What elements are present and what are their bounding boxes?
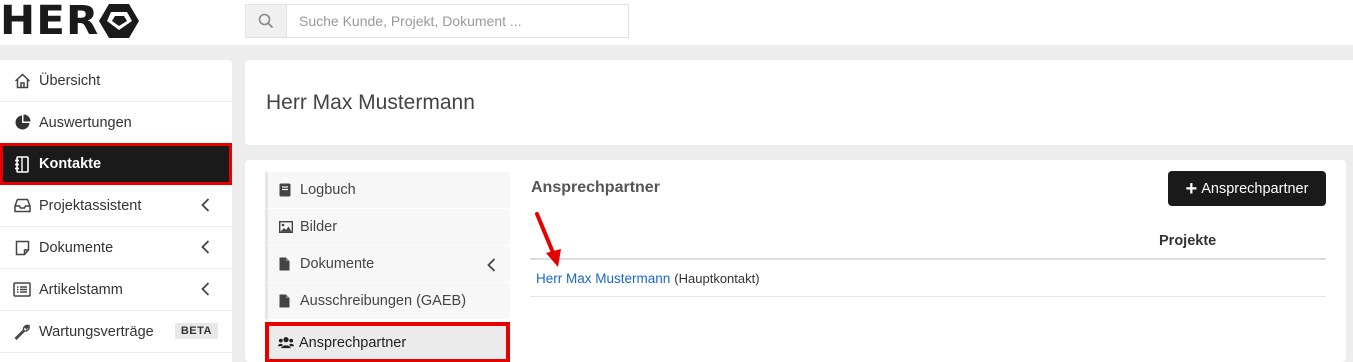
add-button-label: Ansprechpartner (1201, 180, 1309, 197)
book-icon (279, 183, 295, 197)
contact-role-tag: (Hauptkontakt) (674, 270, 760, 286)
home-icon (12, 71, 32, 91)
sidebar-item-dokumente[interactable]: Dokumente (0, 227, 232, 269)
wrench-icon (12, 322, 32, 342)
sidebar-item-label: Projektassistent (39, 197, 142, 214)
contact-detail-card: Logbuch Bilder Dokumente Ausschreibungen… (245, 160, 1346, 362)
sidebar-item-label: Übersicht (39, 72, 101, 89)
subnav-item-logbuch[interactable]: Logbuch (265, 172, 510, 209)
sidebar-item-uebersicht[interactable]: Übersicht (0, 60, 232, 102)
section-title: Ansprechpartner (531, 179, 660, 196)
annotation-arrow-icon (535, 212, 561, 267)
users-icon (278, 336, 294, 349)
document-icon (12, 238, 32, 258)
app-logo[interactable]: HER (0, 0, 139, 44)
search-button[interactable] (246, 5, 287, 37)
contacts-table: Projekte Herr Max Mustermann (Hauptkonta… (530, 222, 1326, 297)
chevron-left-icon (201, 240, 210, 254)
header-card: Herr Max Mustermann (245, 60, 1353, 145)
top-bar: HER (0, 0, 1353, 45)
add-ansprechpartner-button[interactable]: + Ansprechpartner (1168, 171, 1326, 206)
search-icon (258, 13, 274, 29)
column-header-projekte: Projekte (1159, 233, 1217, 249)
subnav-item-dokumente[interactable]: Dokumente (265, 246, 510, 283)
subnav-item-label: Logbuch (300, 182, 356, 198)
sidebar-item-wartungsvertraege[interactable]: Wartungsverträge BETA (0, 311, 232, 353)
sidebar-item-label: Wartungsverträge (39, 323, 154, 340)
chevron-left-icon (201, 282, 210, 296)
list-icon (12, 280, 32, 300)
subnav-item-label: Dokumente (300, 256, 375, 272)
chevron-left-icon (487, 258, 496, 272)
subnav-item-label: Ausschreibungen (GAEB) (300, 293, 467, 309)
sidebar-item-projektassistent[interactable]: Projektassistent (0, 185, 232, 227)
file-icon (279, 257, 295, 271)
subnav-item-ausschreibungen[interactable]: Ausschreibungen (GAEB) (265, 283, 510, 320)
plus-icon: + (1185, 177, 1198, 200)
search-input[interactable] (287, 5, 628, 37)
address-book-icon (12, 154, 32, 174)
pie-chart-icon (12, 113, 32, 133)
subnav-item-ansprechpartner[interactable]: Ansprechpartner (265, 322, 510, 362)
sidebar-item-label: Auswertungen (39, 114, 132, 131)
sidebar: Übersicht Auswertungen Kontakte Projekta… (0, 60, 232, 362)
subnav-item-bilder[interactable]: Bilder (265, 209, 510, 246)
file-icon (279, 294, 295, 308)
sidebar-item-label: Artikelstamm (39, 281, 123, 298)
inbox-icon (12, 196, 32, 216)
table-header: Projekte (530, 222, 1326, 260)
image-icon (279, 221, 295, 233)
subnav-item-label: Ansprechpartner (299, 334, 407, 351)
logo-mark-icon (98, 4, 139, 38)
beta-badge: BETA (174, 323, 218, 339)
subnav-item-label: Bilder (300, 219, 338, 235)
page-title: Herr Max Mustermann (266, 91, 475, 114)
sidebar-item-kontakte[interactable]: Kontakte (0, 143, 232, 185)
table-row: Herr Max Mustermann (Hauptkontakt) (530, 260, 1326, 297)
sidebar-item-label: Kontakte (39, 156, 102, 172)
search-box (245, 4, 629, 38)
sidebar-item-artikelstamm[interactable]: Artikelstamm (0, 269, 232, 311)
sidebar-item-label: Dokumente (39, 239, 114, 256)
contact-name-link[interactable]: Herr Max Mustermann (536, 271, 670, 286)
chevron-left-icon (201, 198, 210, 212)
logo-text: HER (0, 0, 100, 44)
contact-subnav: Logbuch Bilder Dokumente Ausschreibungen… (265, 172, 510, 362)
sidebar-item-auswertungen[interactable]: Auswertungen (0, 102, 232, 144)
